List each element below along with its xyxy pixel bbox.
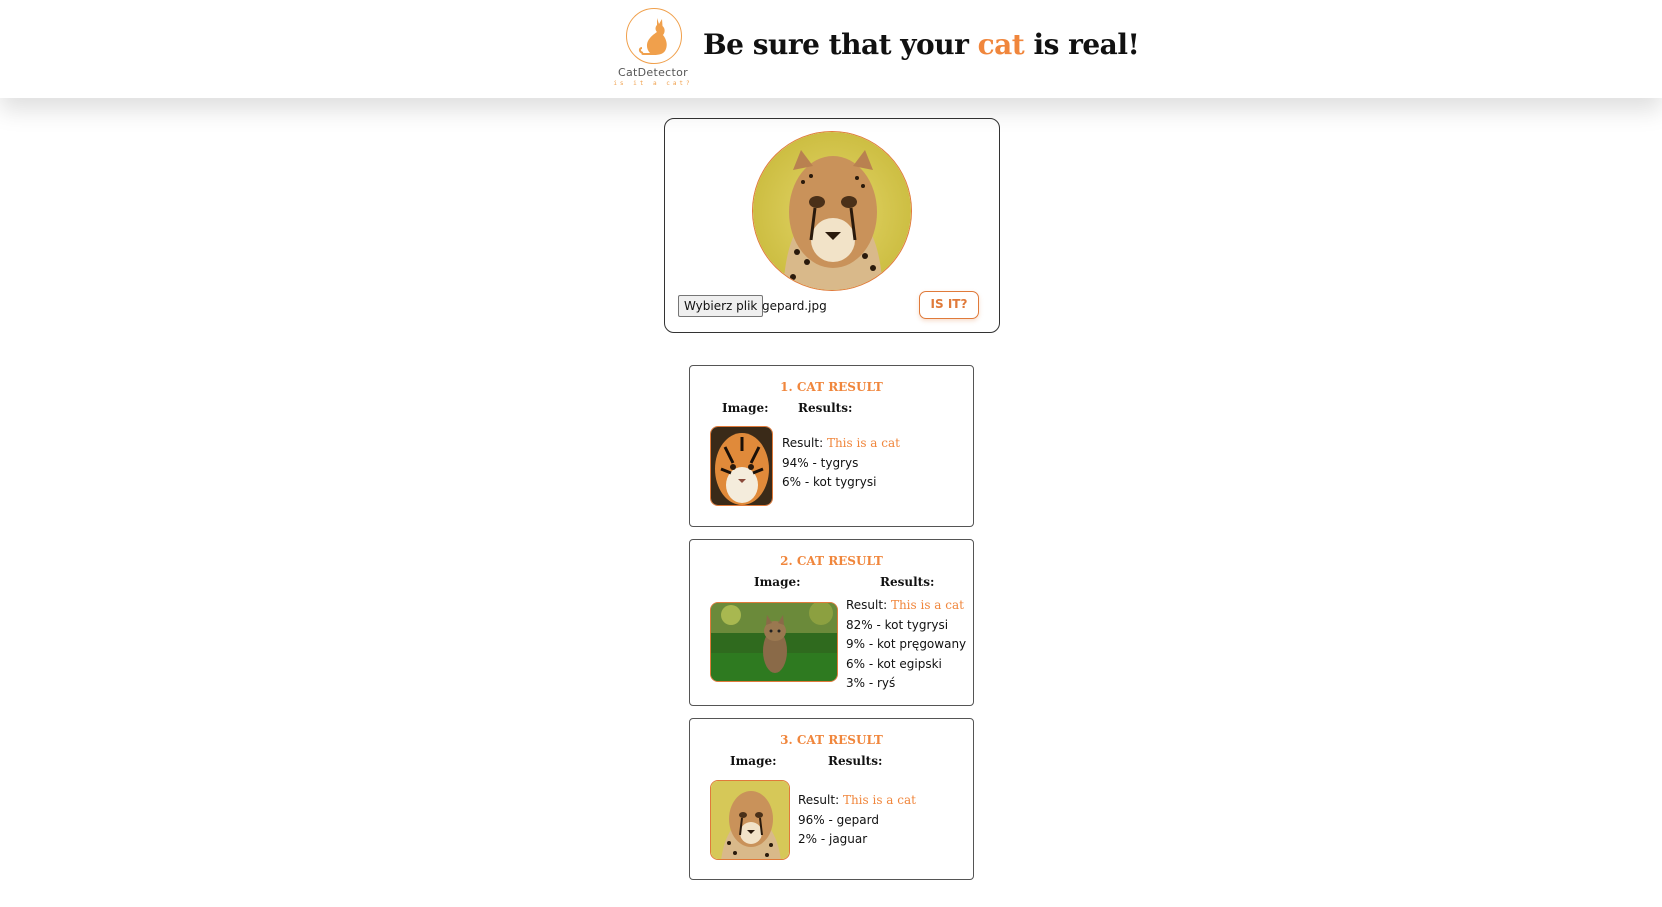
prediction-item: 3% - ryś: [846, 676, 896, 690]
result-details: Result: This is a cat 94% - tygrys 6% - …: [782, 434, 900, 493]
prediction-item: 96% - gepard: [798, 812, 879, 827]
result-details: Result: This is a cat 82% - kot tygrysi …: [846, 596, 966, 694]
prediction-item: 6% - kot egipski: [846, 656, 942, 671]
result-thumbnail: [710, 780, 790, 860]
results-label: Results:: [798, 401, 853, 415]
result-thumbnail: [710, 426, 773, 506]
result-verdict-line: Result: This is a cat: [798, 791, 916, 811]
is-it-button[interactable]: IS IT?: [919, 291, 979, 319]
result-title: 2. CAT RESULT: [780, 554, 883, 568]
upload-card: Wybierz plik gepard.jpg IS IT?: [664, 118, 1000, 333]
prediction-item: 94% - tygrys: [782, 455, 859, 470]
image-label: Image:: [730, 754, 777, 768]
page-title: Be sure that your cat is real!: [703, 28, 1140, 61]
catdetector-logo[interactable]: CatDetector is it a cat?: [612, 8, 694, 88]
result-verdict: This is a cat: [842, 793, 916, 807]
result-card-1: 1. CAT RESULT Image: Results: Result: Th…: [689, 365, 974, 527]
prediction-item: 6% - kot tygrysi: [782, 475, 877, 489]
result-thumbnail: [710, 602, 838, 682]
prediction-item: 9% - kot pręgowany: [846, 637, 967, 651]
result-title: 3. CAT RESULT: [780, 733, 883, 747]
result-title: 1. CAT RESULT: [780, 380, 883, 394]
results-label: Results:: [828, 754, 883, 768]
title-accent: cat: [977, 28, 1025, 61]
result-verdict-line: Result: This is a cat: [846, 596, 966, 616]
uploaded-image-preview: [752, 131, 912, 291]
choose-file-button[interactable]: Wybierz plik: [678, 295, 764, 317]
image-label: Image:: [722, 401, 769, 415]
result-prefix: Result:: [798, 793, 843, 807]
image-label: Image:: [754, 575, 801, 589]
title-before: Be sure that your: [703, 28, 978, 61]
result-card-2: 2. CAT RESULT Image: Results: Result: Th…: [689, 539, 974, 706]
cat-logo-icon: [626, 8, 682, 64]
result-verdict: This is a cat: [890, 598, 964, 612]
result-prefix: Result:: [846, 598, 891, 612]
logo-name: CatDetector: [618, 66, 688, 79]
result-card-3: 3. CAT RESULT Image: Results: Result: Th…: [689, 718, 974, 880]
logo-tagline: is it a cat?: [613, 80, 693, 87]
result-details: Result: This is a cat 96% - gepard 2% - …: [798, 791, 916, 850]
result-verdict: This is a cat: [826, 436, 900, 450]
prediction-item: 2% - jaguar: [798, 832, 868, 846]
title-after: is real!: [1024, 28, 1140, 61]
results-label: Results:: [880, 575, 935, 589]
result-verdict-line: Result: This is a cat: [782, 434, 900, 454]
result-prefix: Result:: [782, 436, 827, 450]
prediction-item: 82% - kot tygrysi: [846, 617, 949, 632]
site-header: CatDetector is it a cat? Be sure that yo…: [0, 0, 1662, 98]
selected-file-name: gepard.jpg: [762, 299, 827, 313]
